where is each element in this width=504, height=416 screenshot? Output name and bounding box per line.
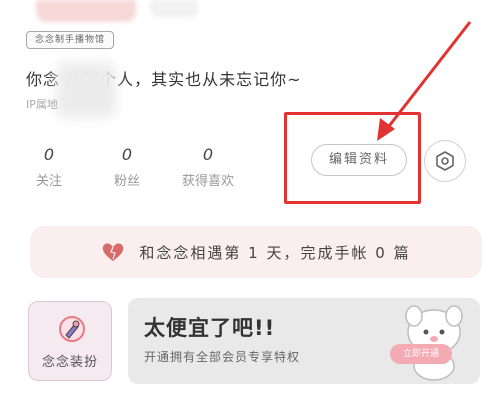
dress-up-icon bbox=[59, 316, 85, 342]
days-together-text: 和念念相遇第 1 天，完成手帐 0 篇 bbox=[139, 243, 411, 262]
stat-followers-value: 0 bbox=[121, 145, 133, 164]
promo-title: 太便宜了吧!! bbox=[144, 316, 276, 340]
stat-following-label: 关注 bbox=[36, 174, 63, 189]
vip-promo-card[interactable]: 太便宜了吧!! 开通拥有全部会员专享特权 立即开通 bbox=[128, 298, 480, 384]
profile-header-blur bbox=[150, 0, 198, 18]
heart-icon bbox=[103, 243, 124, 261]
stat-followers-label: 粉丝 bbox=[114, 174, 141, 189]
stat-following[interactable]: 0 关注 bbox=[36, 145, 62, 189]
profile-tag[interactable]: 念念制手播物馆 bbox=[26, 31, 115, 49]
stat-likes[interactable]: 0 获得喜欢 bbox=[182, 145, 234, 189]
open-vip-button[interactable]: 立即开通 bbox=[390, 344, 452, 364]
stat-following-value: 0 bbox=[43, 145, 55, 164]
dress-up-card[interactable]: 念念装扮 bbox=[28, 301, 112, 381]
redaction-blur bbox=[56, 62, 116, 118]
days-together-banner[interactable]: 和念念相遇第 1 天，完成手帐 0 篇 bbox=[30, 226, 482, 278]
stat-likes-value: 0 bbox=[202, 145, 214, 164]
avatar[interactable] bbox=[36, 0, 136, 22]
mascot-icon bbox=[405, 305, 463, 381]
settings-button[interactable] bbox=[424, 140, 466, 182]
stat-likes-label: 获得喜欢 bbox=[182, 174, 235, 189]
edit-profile-button[interactable]: 编辑资料 bbox=[311, 144, 407, 176]
stat-followers[interactable]: 0 粉丝 bbox=[114, 145, 140, 189]
dress-up-label: 念念装扮 bbox=[41, 355, 98, 370]
settings-hexagon-icon bbox=[436, 151, 454, 171]
ip-location: IP属地 bbox=[26, 98, 58, 111]
promo-subtitle: 开通拥有全部会员专享特权 bbox=[144, 350, 301, 364]
